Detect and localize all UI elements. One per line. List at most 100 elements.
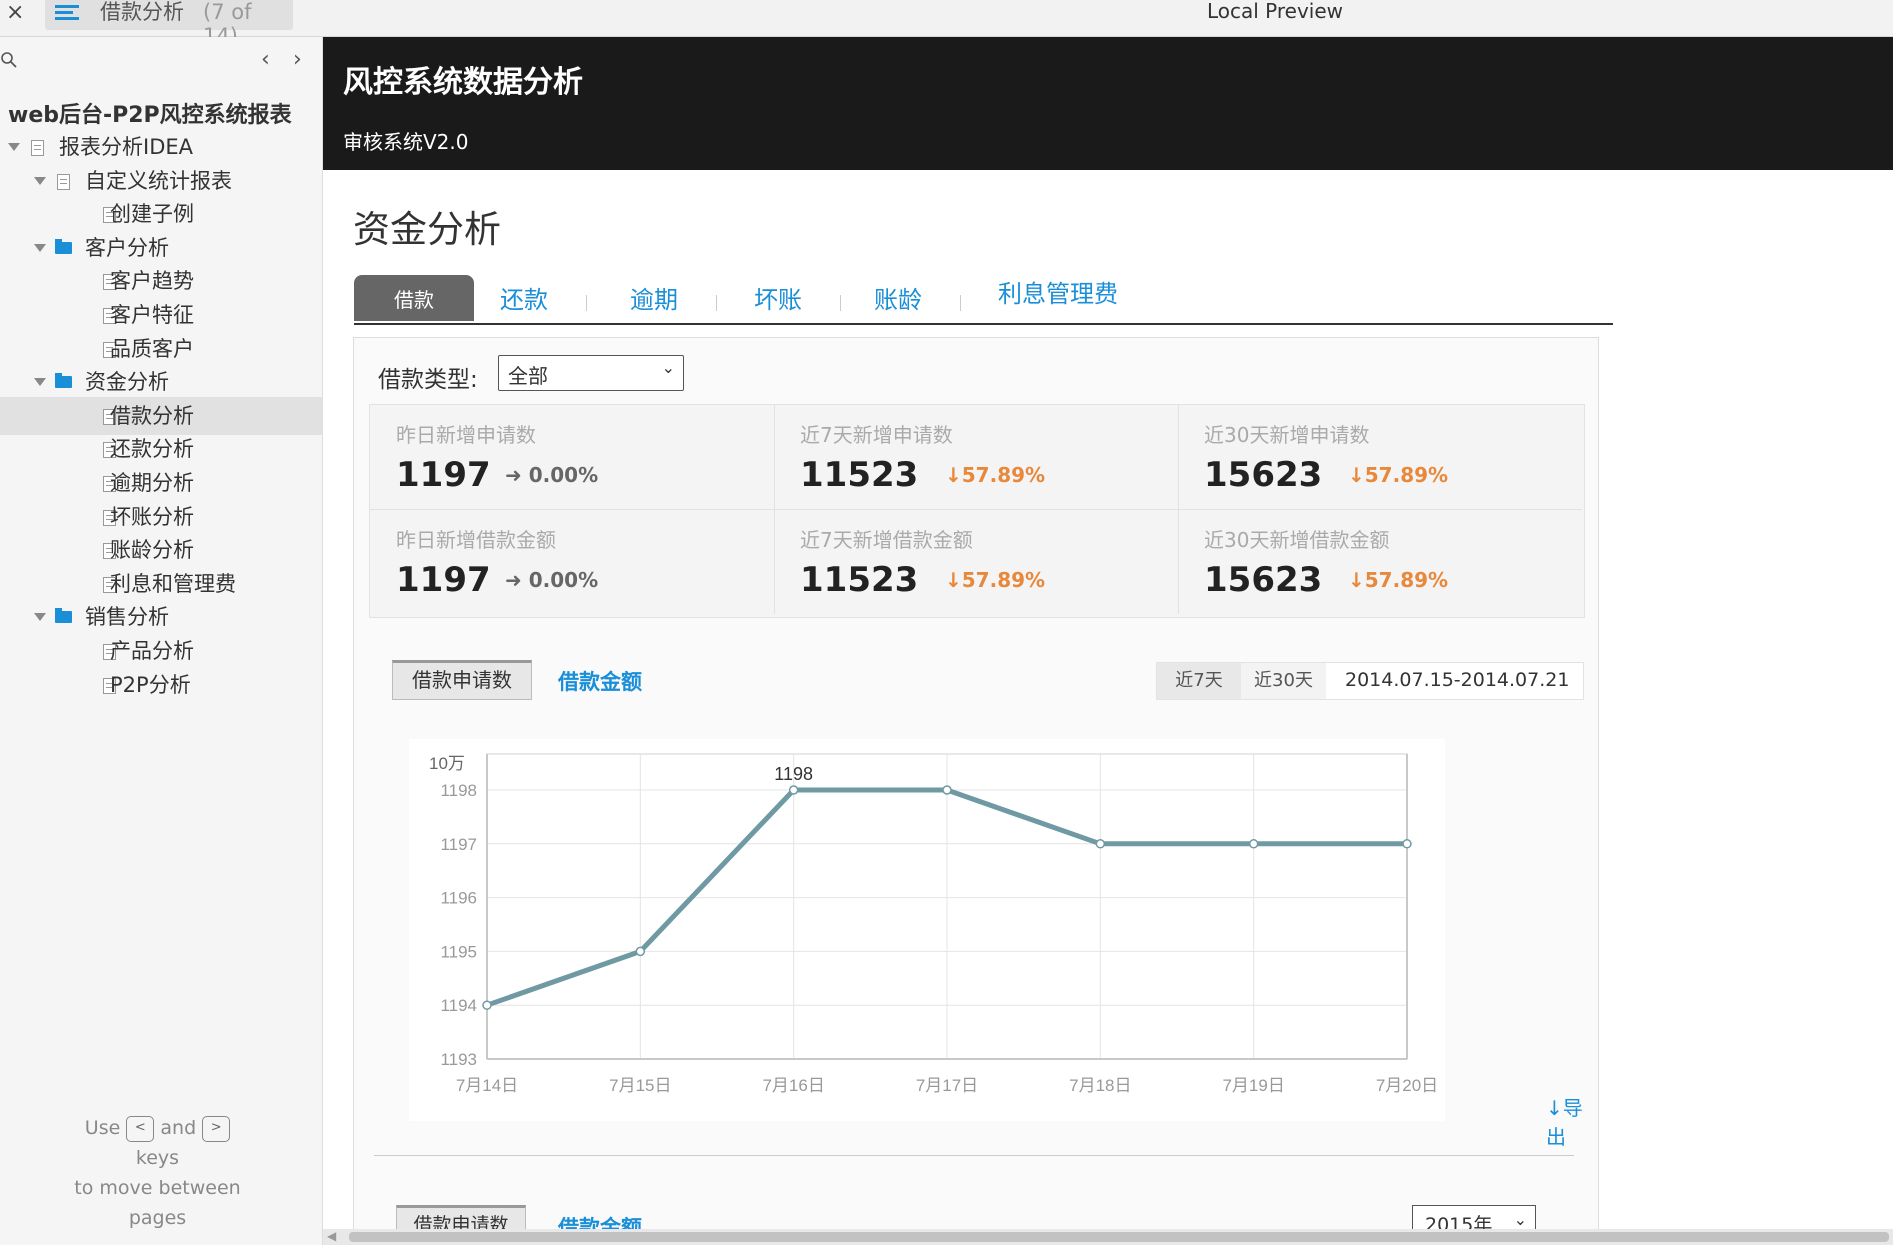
y-tick-label: 1195 [440, 942, 477, 961]
document-icon [31, 140, 44, 156]
stat-label: 昨日新增申请数 [396, 423, 536, 447]
tab-interest-fee[interactable]: 利息管理费 [998, 269, 1118, 315]
stat-trend: ➜ 0.00% [505, 568, 598, 592]
data-point [942, 785, 952, 795]
stat-value: 11523 [800, 560, 919, 600]
stat-label: 近7天新增申请数 [800, 423, 953, 447]
section-divider [374, 1155, 1574, 1156]
scrollbar-thumb[interactable] [349, 1232, 1889, 1242]
data-point [1248, 839, 1259, 849]
document-icon [57, 173, 70, 190]
sidebar-item[interactable]: 逾期分析 [0, 464, 322, 502]
scroll-left-icon[interactable]: ◀ [327, 1229, 336, 1243]
date-range-field[interactable]: 2014.07.15-2014.07.21 [1345, 663, 1569, 697]
current-page-title: 借款分析 [100, 0, 184, 24]
stat-trend-value: 57.89% [961, 463, 1046, 487]
prev-page-button[interactable]: ‹ [261, 47, 270, 72]
expand-arrow-icon[interactable] [8, 143, 20, 151]
x-tick-label: 7月20日 [1376, 1076, 1438, 1095]
expand-arrow-icon[interactable] [34, 613, 46, 622]
sidebar-item[interactable]: 产品分析 [0, 632, 322, 670]
data-point [1095, 839, 1106, 849]
range-7-days-button[interactable]: 近7天 [1157, 663, 1241, 699]
x-tick-label: 7月17日 [916, 1076, 978, 1095]
hint-text: pages [128, 1207, 187, 1229]
title-bar: × 借款分析 (7 of 14) Local Preview [0, 0, 1893, 48]
sidebar-item[interactable]: P2P分析 [0, 666, 322, 704]
sidebar-item[interactable]: 客户特征 [0, 296, 322, 334]
tab-divider [716, 295, 717, 311]
sidebar-item-label: 资金分析 [85, 370, 169, 395]
sidebar-item[interactable]: 还款分析 [0, 430, 322, 468]
sidebar-item[interactable]: 账龄分析 [0, 531, 322, 569]
stat-label: 昨日新增借款金额 [396, 528, 556, 552]
sidebar-item[interactable]: 坏账分析 [0, 498, 322, 536]
tab-overdue[interactable]: 逾期 [630, 275, 678, 321]
sidebar-item[interactable]: 客户趋势 [0, 262, 322, 300]
sidebar: ‹ › web后台-P2P风控系统报表 报表分析IDEA 自定义统计报表 创建子例客… [0, 37, 323, 1245]
expand-arrow-icon[interactable] [34, 176, 46, 185]
sidebar-item[interactable]: 自定义统计报表 [0, 162, 322, 200]
stat-value: 1197 [396, 455, 491, 495]
tab-bad-debt[interactable]: 坏账 [754, 275, 802, 321]
system-subtitle: 审核系统V2.0 [343, 130, 469, 154]
sidebar-item[interactable]: 利息和管理费 [0, 565, 322, 603]
range-30-days-button[interactable]: 近30天 [1241, 663, 1326, 699]
data-point [482, 1000, 492, 1010]
tab-account-age[interactable]: 账龄 [874, 275, 922, 321]
chart-tab-amount[interactable]: 借款金额 [558, 666, 642, 696]
export-link[interactable]: ↓导出 [1546, 1092, 1598, 1150]
horizontal-scrollbar[interactable]: ◀ [323, 1229, 1893, 1245]
keyboard-hint: Use < and > keys to move between pages [70, 1113, 245, 1233]
stat-card: 近30天新增借款金额 15623 ↓57.89% [1178, 510, 1582, 614]
data-label: 1198 [774, 764, 813, 784]
next-page-button[interactable]: › [293, 47, 302, 72]
date-range-bar: 近7天 近30天 2014.07.15-2014.07.21 [1156, 662, 1584, 700]
sidebar-item[interactable]: 报表分析IDEA [0, 128, 322, 166]
tab-repayment[interactable]: 还款 [500, 275, 548, 321]
preview-content: 风控系统数据分析 审核系统V2.0 资金分析 借款 还款 逾期 坏账 账龄 利息… [323, 37, 1893, 1245]
sidebar-item-label: 坏账分析 [110, 504, 194, 529]
search-icon[interactable] [0, 51, 18, 69]
stat-trend-value: 0.00% [528, 463, 599, 487]
y-tick-label: 1196 [440, 889, 477, 908]
sidebar-item-label: 借款分析 [110, 403, 194, 428]
sidebar-item[interactable]: 品质客户 [0, 330, 322, 368]
stat-label: 近30天新增申请数 [1204, 423, 1370, 447]
chevron-down-icon: ⌄ [661, 358, 675, 377]
hint-text: to move between [74, 1177, 241, 1199]
stat-value: 15623 [1204, 455, 1323, 495]
sidebar-item[interactable]: 客户分析 [0, 229, 322, 267]
expand-arrow-icon[interactable] [34, 378, 46, 387]
pages-menu-button[interactable]: 借款分析 (7 of 14) [45, 0, 293, 48]
arrow-down-icon: ↓ [1348, 568, 1365, 592]
sidebar-item-label: 品质客户 [110, 336, 194, 361]
stat-trend: ➜ 0.00% [505, 463, 598, 487]
project-title: web后台-P2P风控系统报表 [8, 103, 292, 128]
tab-loan[interactable]: 借款 [354, 275, 474, 321]
y-tick-label: 1194 [440, 996, 477, 1015]
sidebar-item[interactable]: 资金分析 [0, 363, 322, 401]
loan-type-select[interactable]: 全部 ⌄ [498, 355, 684, 391]
y-tick-label: 1193 [440, 1050, 477, 1069]
tab-divider [840, 295, 841, 311]
expand-arrow-icon[interactable] [34, 243, 46, 252]
stat-trend-value: 57.89% [961, 568, 1046, 592]
system-title: 风控系统数据分析 [343, 65, 583, 100]
data-point [788, 785, 799, 795]
x-tick-label: 7月19日 [1222, 1076, 1284, 1095]
stat-card: 昨日新增借款金额 1197 ➜ 0.00% [370, 510, 775, 614]
sidebar-item-label: 销售分析 [85, 605, 169, 630]
close-button[interactable]: × [6, 0, 24, 26]
sidebar-item[interactable]: 借款分析 [0, 396, 322, 435]
stat-trend: ↓57.89% [945, 463, 1045, 487]
tab-divider [960, 295, 961, 311]
sidebar-item[interactable]: 销售分析 [0, 598, 322, 636]
chevron-down-icon: ⌄ [1513, 1210, 1527, 1229]
sidebar-item[interactable]: 创建子例 [0, 195, 322, 233]
chart-tab-apply-count[interactable]: 借款申请数 [392, 660, 532, 700]
stat-value: 1197 [396, 560, 491, 600]
stats-grid: 昨日新增申请数 1197 ➜ 0.00% 近7天新增申请数 11523 ↓57.… [369, 404, 1585, 618]
stat-value: 11523 [800, 455, 919, 495]
hint-text: and [160, 1117, 197, 1139]
